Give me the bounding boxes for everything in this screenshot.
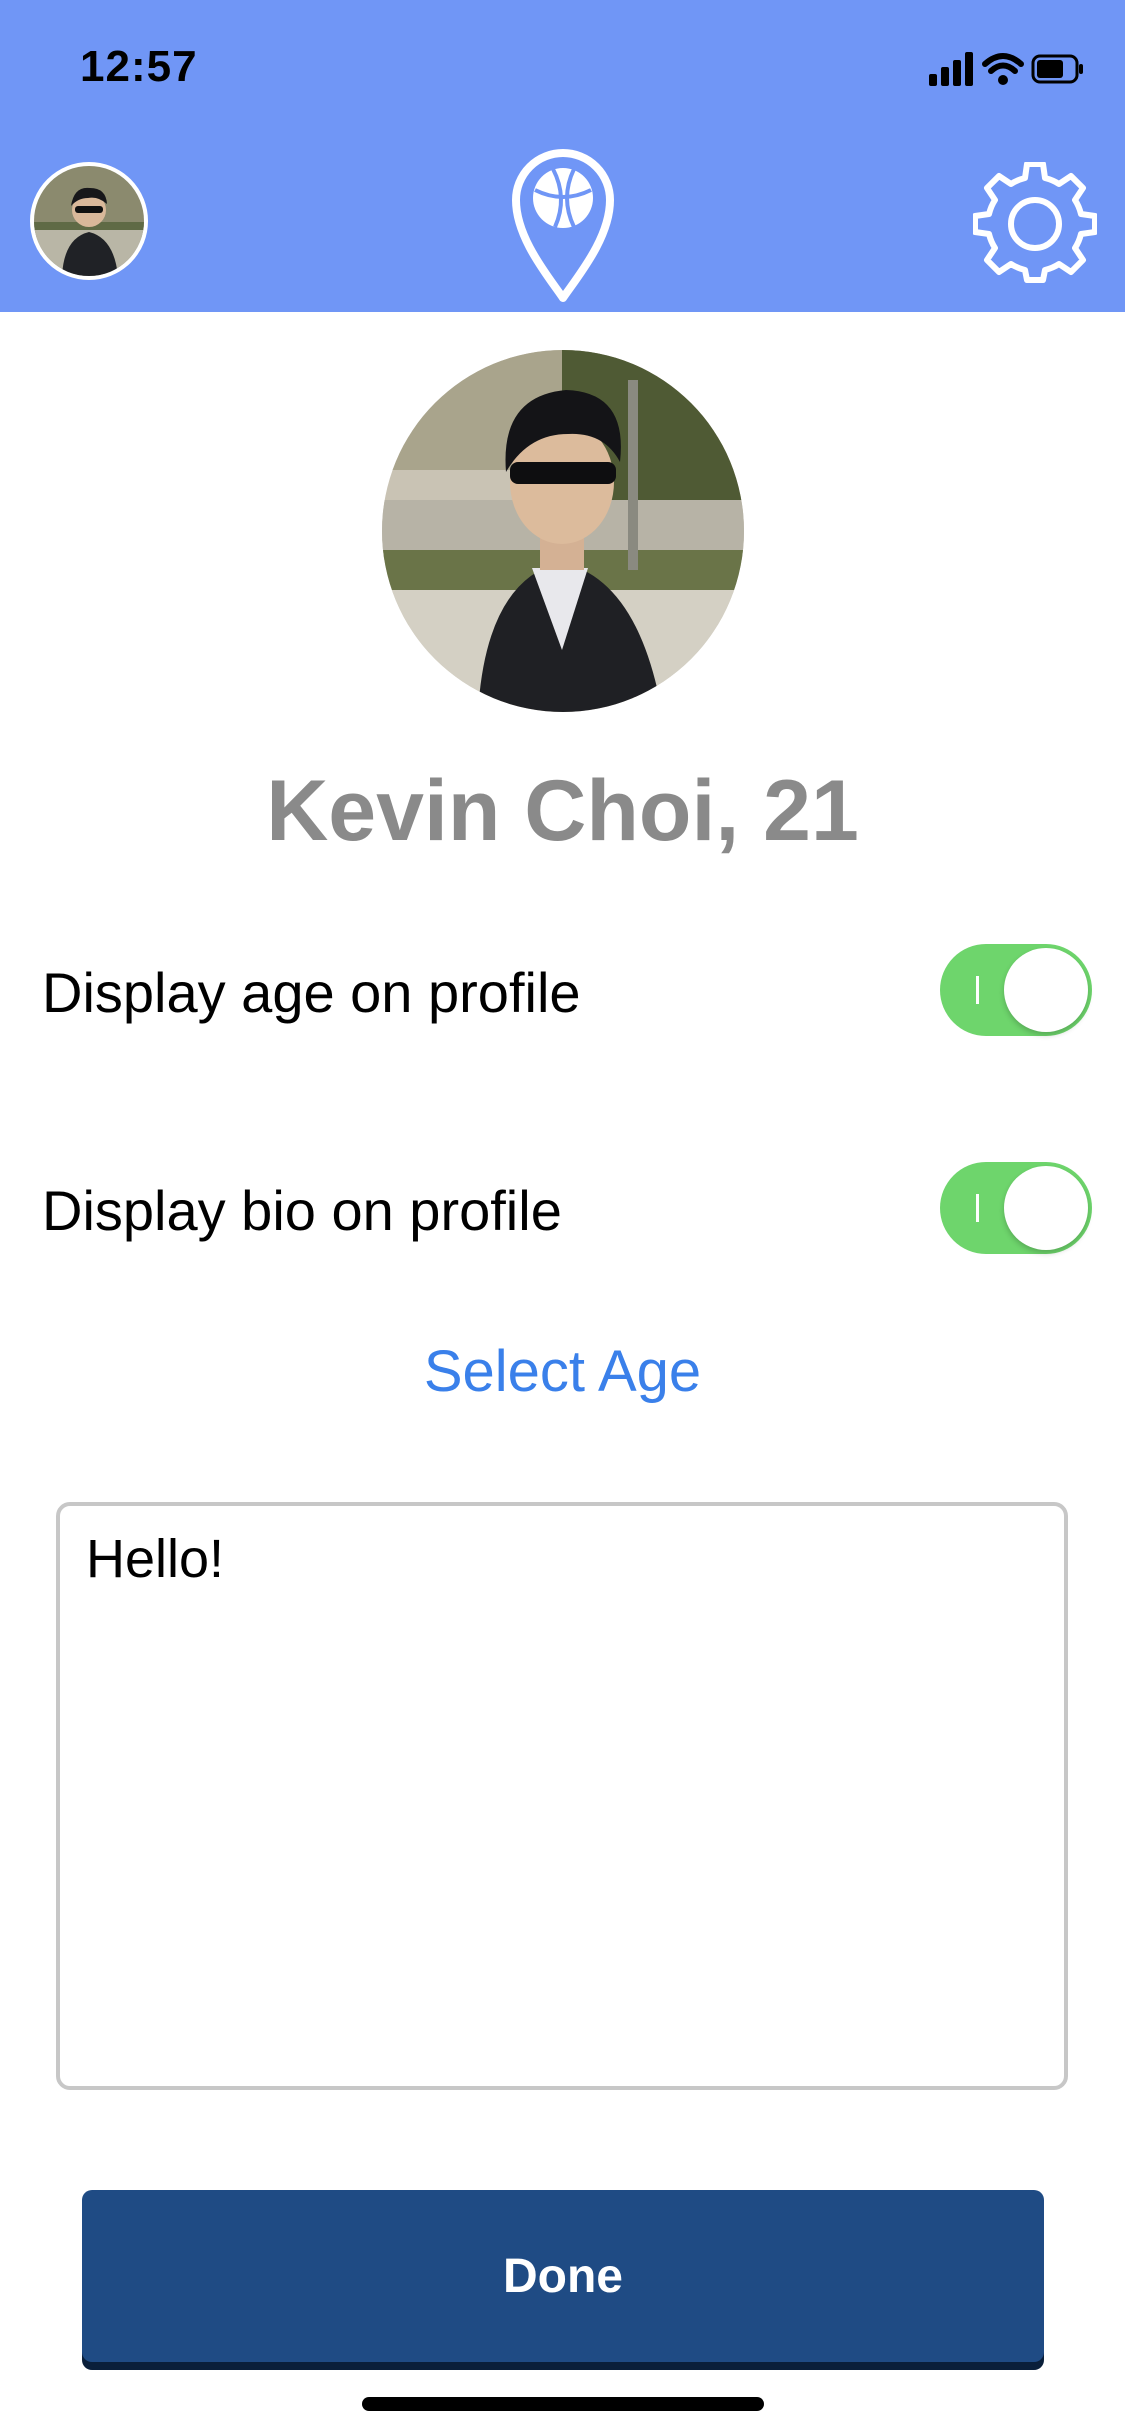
basketball-location-pin-icon [512, 149, 614, 302]
signal-icon [929, 52, 973, 86]
profile-name: Kevin Choi, 21 [266, 763, 859, 859]
done-button[interactable]: Done [82, 2190, 1044, 2362]
display-age-row: Display age on profile [42, 938, 1092, 1038]
gear-icon[interactable] [973, 162, 1097, 286]
select-age-link[interactable]: Select Age [0, 1338, 1125, 1405]
toggle-knob [1004, 948, 1088, 1032]
display-bio-label: Display bio on profile [42, 1179, 562, 1242]
status-icons [929, 52, 1083, 86]
wifi-icon [982, 53, 1024, 85]
avatar-photo [34, 166, 144, 276]
top-header: 12:57 [0, 0, 1125, 312]
status-time: 12:57 [80, 42, 198, 91]
profile-photo-image [382, 350, 744, 712]
display-age-label: Display age on profile [42, 961, 581, 1024]
toggle-knob [1004, 1166, 1088, 1250]
bio-textarea[interactable]: Hello! [56, 1502, 1068, 2090]
battery-icon [1031, 54, 1083, 84]
display-bio-row: Display bio on profile [42, 1156, 1092, 1256]
display-bio-toggle[interactable] [940, 1162, 1092, 1254]
display-age-toggle[interactable] [940, 944, 1092, 1036]
toggle-on-mark [976, 1194, 979, 1222]
profile-photo[interactable] [382, 350, 744, 712]
avatar-button[interactable] [30, 162, 148, 280]
toggle-on-mark [976, 976, 979, 1004]
home-indicator[interactable] [362, 2397, 764, 2411]
